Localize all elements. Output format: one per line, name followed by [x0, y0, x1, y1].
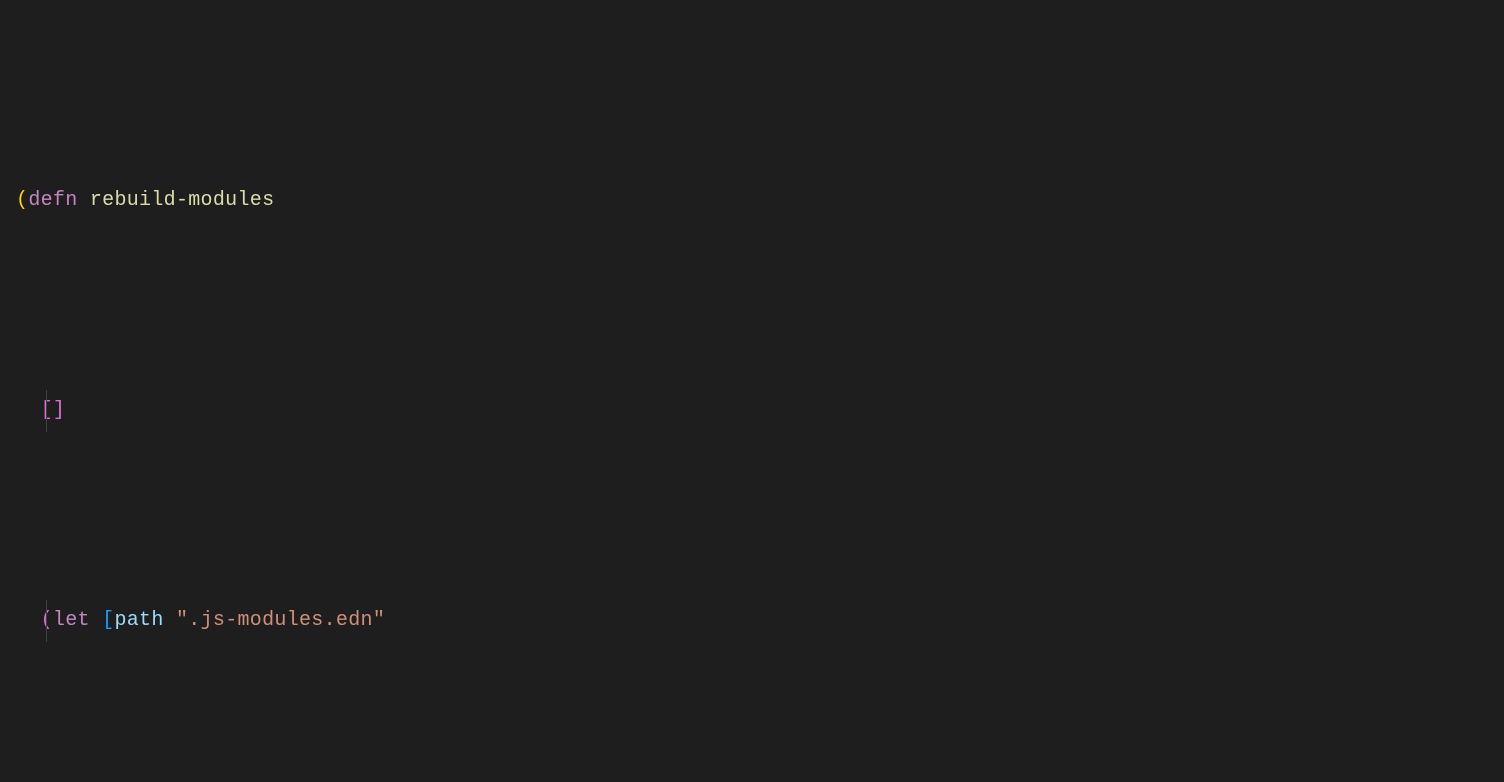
binding-path: path: [114, 609, 163, 632]
fn-name: rebuild-modules: [90, 189, 275, 212]
paren-open: (: [16, 189, 28, 212]
code-line[interactable]: (let [path ".js-modules.edn": [16, 600, 1504, 642]
code-line[interactable]: []: [16, 390, 1504, 432]
code-line[interactable]: (defn rebuild-modules: [16, 180, 1504, 222]
bracket-open: [: [102, 609, 114, 632]
bracket-close: ]: [53, 399, 65, 422]
string-literal: ".js-modules.edn": [176, 609, 385, 632]
code-editor[interactable]: (defn rebuild-modules [] (let [path ".js…: [0, 0, 1504, 782]
keyword-let: let: [53, 609, 90, 632]
keyword-defn: defn: [28, 189, 77, 212]
